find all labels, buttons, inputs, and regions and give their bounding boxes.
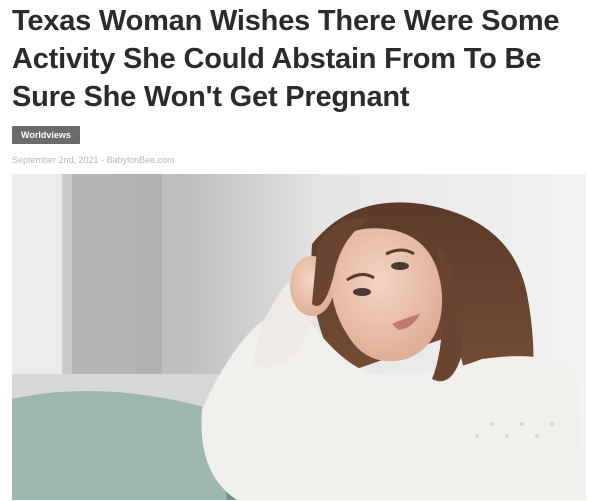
byline-separator: - [98, 155, 107, 165]
article-source[interactable]: BabylonBee.com [107, 155, 175, 165]
article-date: September 2nd, 2021 [12, 155, 99, 165]
left-eye [353, 288, 371, 296]
teal-pillow-left [12, 391, 232, 500]
right-eye [391, 262, 409, 270]
article-headline: Texas Woman Wishes There Were Some Activ… [12, 5, 560, 113]
article-photo [12, 174, 586, 500]
category-badge[interactable]: Worldviews [12, 126, 80, 144]
article-byline: September 2nd, 2021 - BabylonBee.com [12, 154, 175, 166]
